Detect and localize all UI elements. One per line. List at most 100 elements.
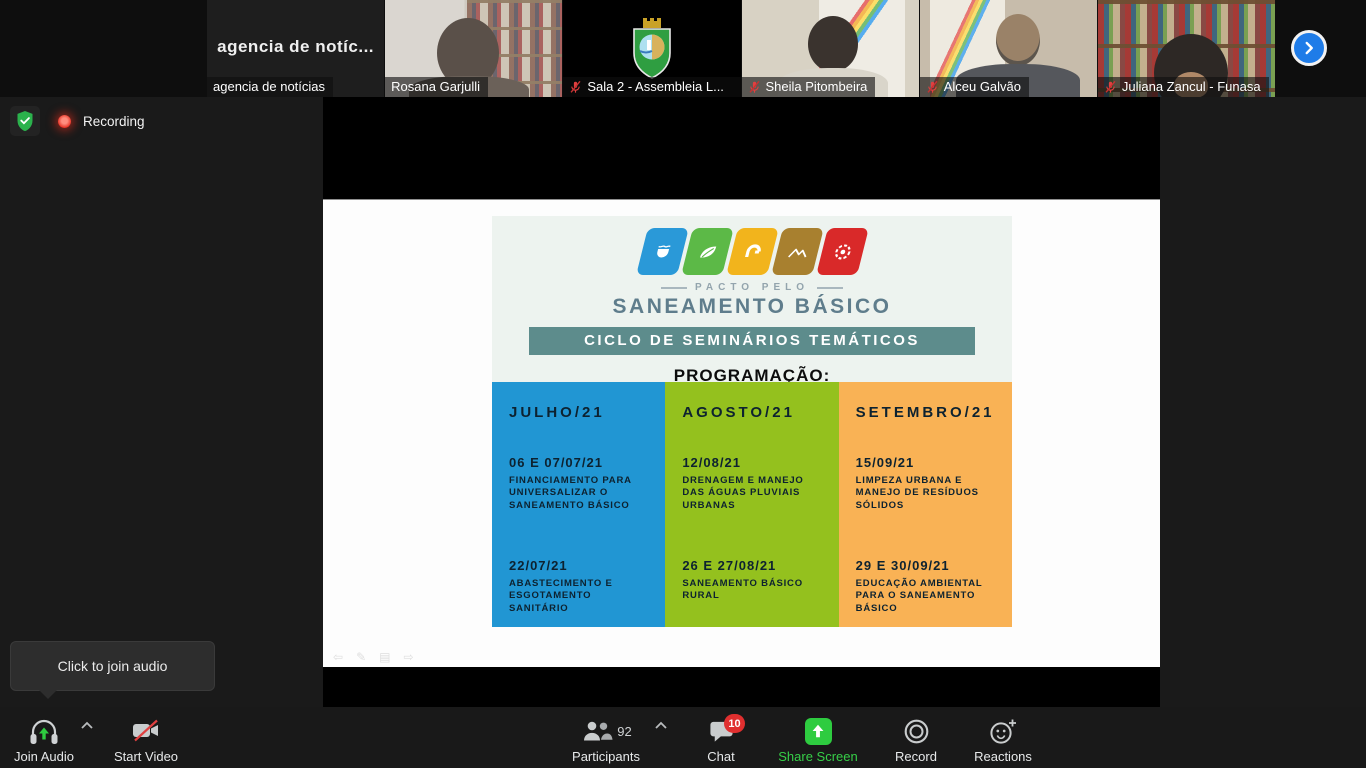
video-strip: agencia de notíc... agencia de notícias … [207, 0, 1275, 97]
join-audio-button[interactable]: Join Audio [8, 712, 80, 764]
logo-subtitle: PACTO PELO [492, 282, 1012, 293]
shared-screen-area: PACTO PELO SANEAMENTO BÁSICO CICLO DE SE… [323, 97, 1160, 707]
event-title: SANEAMENTO BÁSICO RURAL [682, 578, 826, 603]
chevron-right-icon [1298, 37, 1320, 59]
reactions-label: Reactions [974, 749, 1032, 764]
participant-tile-sheila[interactable]: Sheila Pitombeira [742, 0, 919, 97]
logo-tile-leaf-icon [681, 228, 734, 275]
participant-display-name: agencia de notíc... [207, 37, 384, 57]
participant-name-label: Sheila Pitombeira [766, 79, 868, 94]
camera-off-icon [131, 718, 161, 744]
event: 29 E 30/09/21 EDUCAÇÃO AMBIENTAL PARA O … [856, 558, 1000, 615]
bottom-toolbar: Join Audio Start Video 92 Participants [0, 707, 1366, 768]
participant-name-label: Alceu Galvão [944, 79, 1021, 94]
reactions-button[interactable]: Reactions [964, 712, 1042, 764]
slide-overview-icon[interactable]: ▤ [379, 650, 390, 664]
tooltip-text: Click to join audio [58, 658, 168, 674]
event-title: FINANCIAMENTO PARA UNIVERSALIZAR O SANEA… [509, 475, 653, 512]
nameplate: Rosana Garjulli [385, 77, 488, 97]
recording-dot-icon [58, 115, 71, 128]
logo-tile-mountain-icon [771, 228, 824, 275]
seminar-banner: CICLO DE SEMINÁRIOS TEMÁTICOS [529, 327, 975, 355]
participant-name-label: Sala 2 - Assembleia L... [587, 79, 724, 94]
event-date: 15/09/21 [856, 455, 1000, 470]
mic-muted-icon [926, 80, 939, 94]
nameplate: Alceu Galvão [920, 77, 1029, 97]
column-setembro: SETEMBRO/21 15/09/21 LIMPEZA URBANA E MA… [839, 382, 1012, 627]
start-video-label: Start Video [114, 749, 178, 764]
next-slide-icon[interactable]: ⇨ [403, 650, 413, 664]
mic-muted-icon [1104, 80, 1117, 94]
security-shield-icon[interactable] [10, 106, 40, 136]
event-title: EDUCAÇÃO AMBIENTAL PARA O SANEAMENTO BÁS… [856, 578, 1000, 615]
participants-count: 92 [617, 724, 631, 739]
event: 22/07/21 ABASTECIMENTO E ESGOTAMENTO SAN… [509, 558, 653, 615]
logo [492, 228, 1012, 276]
recording-indicator: Recording [10, 106, 145, 136]
participants-label: Participants [572, 749, 640, 764]
nameplate: agencia de notícias [207, 77, 333, 97]
participant-tile-agencia[interactable]: agencia de notíc... agencia de notícias [207, 0, 384, 97]
logo-tile-faucet-icon [726, 228, 779, 275]
share-screen-label: Share Screen [778, 749, 858, 764]
coat-of-arms-icon [629, 17, 675, 81]
participant-name-label: Rosana Garjulli [391, 79, 480, 94]
month-label: JULHO/21 [509, 404, 653, 421]
join-audio-tooltip: Click to join audio [10, 641, 215, 691]
mic-muted-icon [569, 80, 582, 94]
presentation-slide: PACTO PELO SANEAMENTO BÁSICO CICLO DE SE… [323, 200, 1160, 667]
participant-tile-sala2[interactable]: Sala 2 - Assembleia L... [563, 0, 740, 97]
event: 26 E 27/08/21 SANEAMENTO BÁSICO RURAL [682, 558, 826, 603]
logo-title: SANEAMENTO BÁSICO [492, 295, 1012, 319]
presenter-controls: ⇦ ✎ ▤ ⇨ [333, 650, 414, 664]
event-date: 22/07/21 [509, 558, 653, 573]
next-page-button[interactable] [1291, 30, 1327, 66]
start-video-button[interactable]: Start Video [105, 712, 187, 764]
nameplate: Juliana Zancul - Funasa [1098, 77, 1269, 97]
nameplate: Sheila Pitombeira [742, 77, 876, 97]
event: 06 E 07/07/21 FINANCIAMENTO PARA UNIVERS… [509, 455, 653, 512]
prev-slide-icon[interactable]: ⇦ [333, 650, 343, 664]
record-icon [903, 718, 930, 745]
chat-label: Chat [707, 749, 734, 764]
logo-tile-water-icon [636, 228, 689, 275]
participant-name-label: agencia de notícias [213, 79, 325, 94]
logo-top-text: PACTO PELO [695, 282, 809, 293]
event-date: 29 E 30/09/21 [856, 558, 1000, 573]
participant-tile-alceu[interactable]: Alceu Galvão [920, 0, 1097, 97]
participants-options-chevron-up-icon[interactable] [654, 721, 668, 730]
event-title: DRENAGEM E MANEJO DAS ÁGUAS PLUVIAIS URB… [682, 475, 826, 512]
event-date: 12/08/21 [682, 455, 826, 470]
pen-tool-icon[interactable]: ✎ [356, 650, 366, 664]
event-date: 26 E 27/08/21 [682, 558, 826, 573]
reactions-icon [989, 718, 1018, 745]
participants-icon [580, 719, 614, 743]
logo-tile-wheel-icon [816, 228, 869, 275]
record-label: Record [895, 749, 937, 764]
column-julho: JULHO/21 06 E 07/07/21 FINANCIAMENTO PAR… [492, 382, 665, 627]
share-screen-icon [805, 718, 832, 745]
slide-content-panel: PACTO PELO SANEAMENTO BÁSICO CICLO DE SE… [492, 216, 1012, 627]
column-agosto: AGOSTO/21 12/08/21 DRENAGEM E MANEJO DAS… [665, 382, 838, 627]
logo-block: PACTO PELO SANEAMENTO BÁSICO CICLO DE SE… [492, 216, 1012, 382]
chat-unread-badge: 10 [724, 714, 745, 733]
mic-muted-icon [748, 80, 761, 94]
audio-options-chevron-up-icon[interactable] [80, 721, 94, 730]
month-label: SETEMBRO/21 [856, 404, 1000, 421]
participant-tile-rosana[interactable]: Rosana Garjulli [385, 0, 562, 97]
participant-name-label: Juliana Zancul - Funasa [1122, 79, 1261, 94]
recording-label: Recording [83, 114, 145, 129]
record-button[interactable]: Record [882, 712, 950, 764]
headphones-icon [28, 717, 60, 746]
schedule-columns: JULHO/21 06 E 07/07/21 FINANCIAMENTO PAR… [492, 382, 1012, 627]
join-audio-label: Join Audio [14, 749, 74, 764]
event: 15/09/21 LIMPEZA URBANA E MANEJO DE RESÍ… [856, 455, 1000, 512]
participants-button[interactable]: 92 Participants [566, 712, 646, 764]
chat-button[interactable]: Chat 10 [692, 712, 750, 764]
month-label: AGOSTO/21 [682, 404, 826, 421]
participant-tile-juliana[interactable]: Juliana Zancul - Funasa [1098, 0, 1275, 97]
event-date: 06 E 07/07/21 [509, 455, 653, 470]
nameplate: Sala 2 - Assembleia L... [563, 77, 740, 97]
share-screen-button[interactable]: Share Screen [774, 712, 862, 764]
event-title: ABASTECIMENTO E ESGOTAMENTO SANITÁRIO [509, 578, 653, 615]
